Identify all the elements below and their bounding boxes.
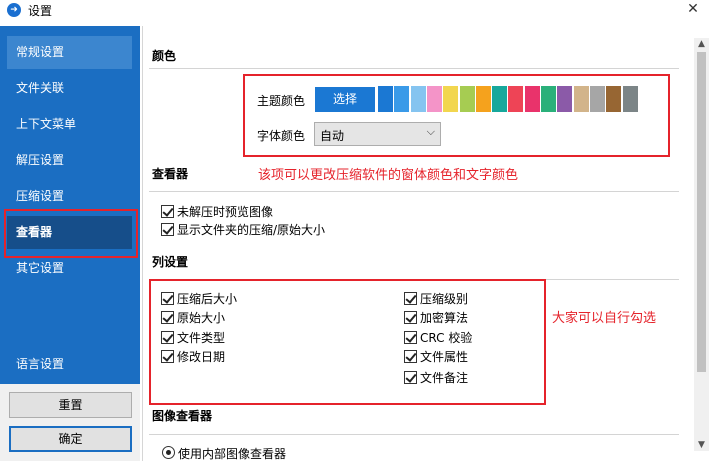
sidebar-item-extract[interactable]: 解压设置 [7, 144, 132, 177]
color-swatch[interactable] [426, 86, 442, 112]
color-swatch[interactable] [443, 86, 459, 112]
checkbox-label: 原始大小 [177, 310, 226, 325]
color-swatch[interactable] [541, 86, 556, 112]
checkbox-checked-icon [404, 291, 417, 305]
sidebar-item-language[interactable]: 语言设置 [7, 348, 132, 381]
close-icon[interactable]: ✕ [683, 0, 703, 18]
checkbox-checked-icon [161, 291, 174, 305]
checkbox-label: 显示文件夹的压缩/原始大小 [177, 222, 326, 237]
font-color-label: 字体颜色 [257, 129, 306, 143]
font-color-select[interactable]: 自动 ⌵ [314, 122, 441, 146]
checkbox-checked-icon [404, 310, 417, 324]
checkbox-checked-icon [404, 330, 417, 344]
checkbox-checked-icon [161, 330, 174, 344]
col-crc-checkbox[interactable]: CRC 校验 [404, 329, 472, 345]
sidebar-item-file-association[interactable]: 文件关联 [7, 72, 132, 105]
checkbox-checked-icon [161, 310, 174, 324]
color-swatch[interactable] [573, 86, 589, 112]
checkbox-label: 文件类型 [177, 330, 226, 345]
checkbox-label: 文件属性 [420, 349, 469, 364]
checkbox-checked-icon [161, 222, 174, 236]
viewer-highlight-box [4, 209, 138, 258]
color-swatch[interactable] [378, 86, 393, 112]
viewer-divider [149, 191, 679, 192]
color-swatch[interactable] [524, 86, 540, 112]
theme-color-label: 主题颜色 [257, 94, 306, 108]
checkbox-checked-icon [161, 349, 174, 363]
sidebar-item-general[interactable]: 常规设置 [7, 36, 132, 69]
viewer-section-title: 查看器 [152, 167, 189, 181]
col-compressed-size-checkbox[interactable]: 压缩后大小 [161, 290, 237, 306]
color-swatch[interactable] [508, 86, 524, 112]
columns-annotation: 大家可以自行勾选 [552, 311, 657, 326]
checkbox-checked-icon [404, 370, 417, 384]
scroll-up-icon[interactable]: ▲ [694, 38, 709, 50]
color-swatch[interactable] [589, 86, 605, 112]
checkbox-label: 压缩后大小 [177, 291, 238, 306]
scroll-down-icon[interactable]: ▼ [694, 439, 709, 451]
ok-button[interactable]: 确定 [9, 426, 132, 452]
color-swatch[interactable] [459, 86, 475, 112]
sidebar-item-context-menu[interactable]: 上下文菜单 [7, 108, 132, 141]
col-compression-level-checkbox[interactable]: 压缩级别 [404, 290, 468, 306]
checkbox-label: 压缩级别 [420, 291, 469, 306]
scroll-thumb[interactable] [697, 52, 706, 372]
col-attributes-checkbox[interactable]: 文件属性 [404, 348, 468, 364]
window-title: 设置 [28, 4, 53, 18]
checkbox-label: 未解压时预览图像 [177, 204, 274, 219]
scrollbar[interactable]: ▲ ▼ [694, 38, 709, 451]
image-viewer-section-title: 图像查看器 [152, 409, 213, 423]
sidebar: 常规设置 文件关联 上下文菜单 解压设置 压缩设置 查看器 其它设置 语言设置 … [0, 26, 140, 461]
font-color-value: 自动 [320, 129, 345, 143]
folder-size-checkbox[interactable]: 显示文件夹的压缩/原始大小 [161, 221, 325, 237]
preview-images-checkbox[interactable]: 未解压时预览图像 [161, 203, 273, 219]
select-color-button[interactable]: 选择 [315, 87, 375, 112]
sidebar-nav: 常规设置 文件关联 上下文菜单 解压设置 压缩设置 查看器 其它设置 语言设置 [0, 26, 140, 384]
color-swatch[interactable] [394, 86, 410, 112]
checkbox-checked-icon [404, 349, 417, 363]
image-viewer-divider [149, 434, 679, 435]
color-annotation: 该项可以更改压缩软件的窗体颜色和文字颜色 [258, 168, 519, 183]
internal-viewer-radio[interactable] [162, 446, 175, 459]
color-swatch[interactable] [606, 86, 622, 112]
checkbox-label: CRC 校验 [420, 330, 473, 345]
internal-viewer-label: 使用内部图像查看器 [178, 447, 287, 461]
col-modified-date-checkbox[interactable]: 修改日期 [161, 348, 225, 364]
color-swatch[interactable] [410, 86, 426, 112]
color-swatch[interactable] [557, 86, 573, 112]
col-file-type-checkbox[interactable]: 文件类型 [161, 329, 225, 345]
checkbox-label: 文件备注 [420, 370, 469, 385]
app-logo-icon: ➜ [7, 3, 21, 17]
chevron-down-icon: ⌵ [426, 125, 435, 138]
col-comment-checkbox[interactable]: 文件备注 [404, 369, 468, 385]
reset-button[interactable]: 重置 [9, 392, 132, 418]
color-swatch[interactable] [622, 86, 638, 112]
color-divider [149, 68, 679, 69]
col-original-size-checkbox[interactable]: 原始大小 [161, 309, 225, 325]
checkbox-label: 加密算法 [420, 310, 469, 325]
color-swatch[interactable] [492, 86, 508, 112]
checkbox-checked-icon [161, 204, 174, 218]
checkbox-label: 修改日期 [177, 349, 226, 364]
title-bar: ➜ 设置 ✕ [0, 0, 709, 20]
color-swatch[interactable] [475, 86, 491, 112]
columns-section-title: 列设置 [152, 255, 189, 269]
col-encryption-checkbox[interactable]: 加密算法 [404, 309, 468, 325]
color-section-title: 颜色 [152, 49, 177, 63]
